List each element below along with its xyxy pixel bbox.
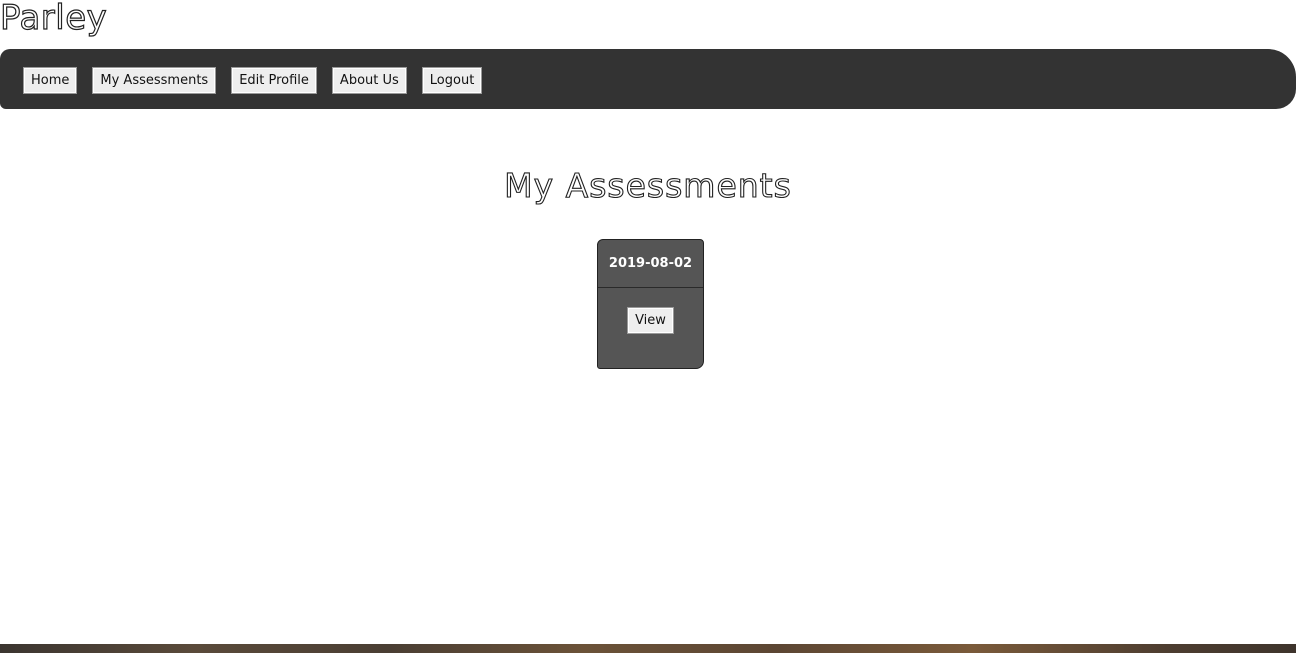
assessment-date: 2019-08-02 (598, 240, 703, 288)
page-title: My Assessments (504, 165, 792, 205)
page: Parley Home My Assessments Edit Profile … (0, 0, 1296, 653)
view-assessment-button[interactable]: View (627, 307, 674, 334)
main-navbar: Home My Assessments Edit Profile About U… (0, 49, 1296, 109)
nav-about-us-button[interactable]: About Us (331, 67, 407, 94)
footer-background-strip (0, 644, 1296, 653)
assessment-card: 2019-08-02 View (597, 239, 704, 369)
brand-logo[interactable]: Parley (0, 0, 107, 39)
nav-logout-button[interactable]: Logout (421, 67, 483, 94)
nav-home-button[interactable]: Home (23, 67, 78, 94)
nav-my-assessments-button[interactable]: My Assessments (92, 67, 217, 94)
assessment-card-body: View (598, 288, 703, 334)
nav-edit-profile-button[interactable]: Edit Profile (231, 67, 317, 94)
